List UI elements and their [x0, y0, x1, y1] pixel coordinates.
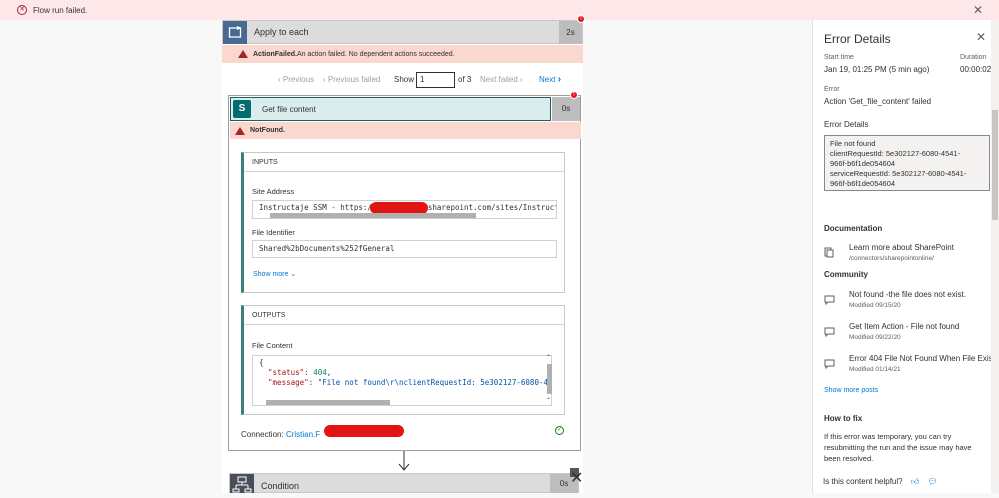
- feedback-row: Is this content helpful? 👍︎ 💬︎: [823, 477, 938, 487]
- check-circle-icon: ✓: [555, 426, 564, 435]
- file-content-label: File Content: [252, 341, 293, 350]
- error-circle-icon: ✕: [17, 5, 27, 15]
- iteration-count: of 3: [458, 75, 472, 84]
- file-content-json[interactable]: { "status": 404, "message": "File not fo…: [252, 355, 552, 406]
- duration-label: Duration: [960, 54, 987, 61]
- action-failed-message: ActionFailed. An action failed. No depen…: [222, 45, 583, 63]
- down-arrow-icon: [398, 451, 410, 471]
- community-title: Error 404 File Not Found When File Exis: [849, 354, 993, 363]
- error-badge: !: [570, 91, 578, 99]
- show-more-posts-link[interactable]: Show more posts: [824, 387, 878, 394]
- get-file-content-duration: 0s: [552, 97, 580, 121]
- next-failed-button[interactable]: Next failed ›: [480, 75, 523, 84]
- start-time-label: Start time: [824, 54, 854, 61]
- comment-icon: [824, 324, 835, 338]
- apply-to-each-header[interactable]: Apply to each 2s: [222, 20, 583, 44]
- connection-label: Connection:: [241, 430, 284, 439]
- inputs-header: INPUTS: [244, 153, 564, 172]
- inputs-panel: INPUTS Site Address Instructaje SSM - ht…: [241, 152, 565, 293]
- banner-message: Flow run failed.: [33, 5, 88, 15]
- apply-to-each-duration: 2s: [559, 21, 582, 44]
- horizontal-scrollbar[interactable]: [270, 213, 476, 218]
- loop-icon: [223, 21, 247, 44]
- apply-to-each-title: Apply to each: [254, 27, 309, 37]
- how-to-fix-header: How to fix: [824, 414, 863, 423]
- close-icon[interactable]: ✕: [973, 3, 983, 17]
- community-title: Not found -the file does not exist.: [849, 290, 966, 299]
- iteration-pager: ‹ Previous ‹ Previous failed Show 1 of 3…: [222, 70, 583, 90]
- show-more-link[interactable]: Show more ⌄: [253, 270, 296, 278]
- iteration-input[interactable]: 1: [416, 72, 455, 88]
- next-button[interactable]: Next ›: [539, 74, 561, 85]
- error-details-header: Error Details: [824, 120, 869, 129]
- thumbs-up-icon[interactable]: 👍︎: [911, 477, 919, 486]
- documentation-header: Documentation: [824, 224, 883, 233]
- site-address-label: Site Address: [252, 187, 295, 196]
- get-file-content-header[interactable]: S Get file content: [230, 97, 551, 121]
- start-time-value: Jan 19, 01:25 PM (5 min ago): [824, 65, 930, 74]
- connection-link[interactable]: Cristian.F: [286, 430, 320, 439]
- previous-failed-button[interactable]: ‹ Previous failed: [323, 75, 380, 84]
- community-title: Get Item Action - File not found: [849, 322, 960, 331]
- sharepoint-icon: S: [233, 100, 251, 118]
- file-identifier-field[interactable]: Shared%2bDocuments%252fGeneral: [252, 240, 557, 258]
- document-icon: [824, 245, 834, 258]
- panel-scrollbar-thumb[interactable]: [992, 110, 998, 220]
- not-found-message: NotFound.: [230, 122, 581, 139]
- connection-info: Connection: Cristian.F: [241, 430, 320, 439]
- comment-icon: [824, 292, 835, 306]
- condition-icon: [230, 474, 254, 493]
- error-details-textbox[interactable]: File not found clientRequestId: 5e302127…: [824, 135, 990, 191]
- close-panel-icon[interactable]: ✕: [976, 30, 986, 44]
- how-to-fix-text: If this error was temporary, you can try…: [824, 432, 972, 463]
- community-modified: Modified 09/22/20: [849, 334, 901, 341]
- not-found-code: NotFound.: [250, 127, 285, 134]
- file-identifier-label: File Identifier: [252, 228, 295, 237]
- redacted-connection: [324, 425, 404, 437]
- skipped-badge: ✕: [570, 468, 583, 487]
- condition-title: Condition: [261, 481, 300, 491]
- error-details-panel: Error Details ✕ Start time Jan 19, 01:25…: [812, 20, 999, 493]
- show-label: Show: [394, 75, 415, 84]
- action-failed-text: An action failed. No dependent actions s…: [296, 50, 455, 58]
- json-vertical-scrollbar[interactable]: ⌃ ⌄: [546, 355, 553, 402]
- panel-title: Error Details: [824, 32, 891, 46]
- error-banner: ✕ Flow run failed. ✕: [0, 0, 999, 20]
- warning-icon: [238, 50, 248, 58]
- error-badge: !: [577, 15, 585, 23]
- get-file-content-title: Get file content: [262, 105, 316, 114]
- helpful-prompt: Is this content helpful?: [823, 477, 903, 486]
- outputs-header: OUTPUTS: [244, 306, 564, 325]
- community-header: Community: [824, 270, 868, 279]
- duration-value: 00:00:02: [960, 65, 992, 74]
- chevron-down-icon: ⌄: [290, 271, 297, 278]
- outputs-panel: OUTPUTS File Content { "status": 404, "m…: [241, 305, 565, 415]
- comment-icon: [824, 356, 835, 370]
- community-modified: Modified 01/14/21: [849, 366, 901, 373]
- warning-icon: [235, 126, 245, 135]
- json-horizontal-scrollbar[interactable]: [266, 400, 390, 405]
- doc-title: Learn more about SharePoint: [849, 243, 954, 252]
- get-file-content-card: S Get file content 0s NotFound. INPUTS S…: [228, 95, 581, 451]
- doc-subtitle: /connectors/sharepointonline/: [849, 255, 934, 262]
- community-modified: Modified 09/15/20: [849, 302, 901, 309]
- error-label: Error: [824, 86, 840, 93]
- previous-button[interactable]: ‹ Previous: [278, 75, 314, 84]
- error-value: Action 'Get_file_content' failed: [824, 97, 932, 106]
- action-failed-code: ActionFailed.: [253, 50, 297, 58]
- comment-feedback-icon[interactable]: 💬︎: [927, 477, 937, 486]
- panel-scrollbar-track[interactable]: [991, 20, 999, 493]
- condition-header[interactable]: Condition 0s: [229, 473, 579, 493]
